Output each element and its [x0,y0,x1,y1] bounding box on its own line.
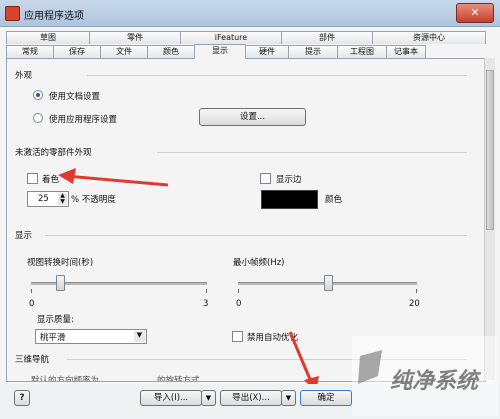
watermark-logo: 纯净系统 [352,336,498,416]
ok-button[interactable]: 确定 [300,390,352,406]
export-dropdown-chevron-down-icon[interactable]: ▼ [281,390,296,406]
svg-text:纯净系统: 纯净系统 [390,368,482,394]
import-dropdown-chevron-down-icon[interactable]: ▼ [201,390,216,406]
export-button[interactable]: 导出(X)... [220,390,282,406]
tab-display[interactable]: 显示 [194,44,246,59]
help-button[interactable]: ? [14,390,30,406]
annotation-arrow-ok [288,331,319,392]
import-button[interactable]: 导入(I)... [140,390,202,406]
annotation-arrow-shading [58,168,169,187]
